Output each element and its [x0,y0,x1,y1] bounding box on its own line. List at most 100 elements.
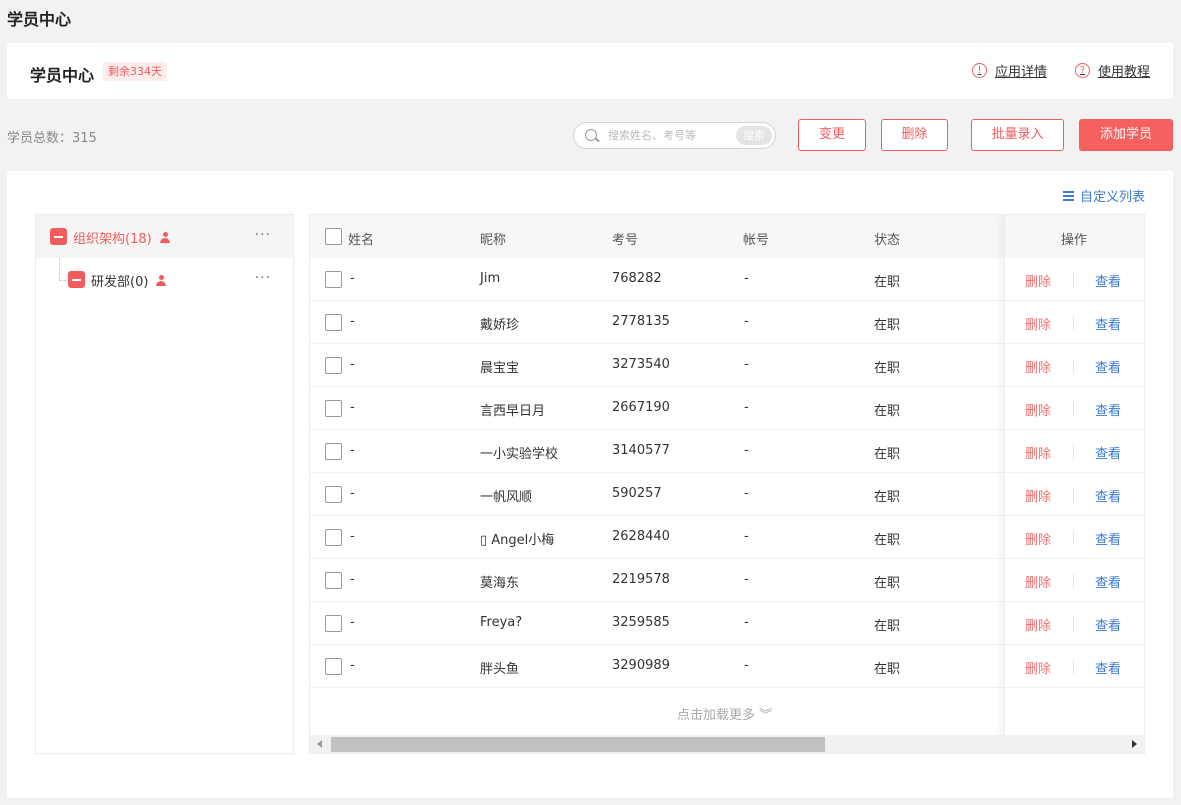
question-icon: ? [1075,63,1090,78]
main-card: 自定义列表 组织架构(18) ··· 研发部(0) ··· 姓名 昵称 考号 帐… [7,171,1173,798]
row-checkbox[interactable] [325,658,342,675]
operation-cell: 删除 查看 [1005,430,1144,473]
divider [1073,660,1074,674]
collapse-icon[interactable] [50,228,67,245]
add-student-button[interactable]: 添加学员 [1079,119,1173,151]
operation-column: 操作 删除 查看 删除 查看 删除 查看 删除 查看 删除 查看 删除 查看 删除 查看 删除 查看 删除 查看删… [1004,215,1144,739]
divider [1073,617,1074,631]
row-delete-link[interactable]: 删除 [1025,572,1051,591]
row-checkbox[interactable] [325,271,342,288]
row-checkbox[interactable] [325,357,342,374]
scrollbar-thumb[interactable] [331,737,825,752]
scroll-left-arrow-icon[interactable] [317,740,322,748]
row-delete-link[interactable]: 删除 [1025,486,1051,505]
row-view-link[interactable]: 查看 [1095,443,1121,462]
divider [1073,316,1074,330]
row-delete-link[interactable]: 删除 [1025,314,1051,333]
org-tree: 组织架构(18) ··· 研发部(0) ··· [35,214,294,754]
row-delete-link[interactable]: 删除 [1025,443,1051,462]
more-icon[interactable]: ··· [255,227,271,243]
more-icon[interactable]: ··· [255,270,271,286]
operation-cell: 删除 查看 [1005,516,1144,559]
tree-node-rd[interactable]: 研发部(0) ··· [36,258,293,301]
cell-nickname: Jim [480,271,501,286]
cell-account: - [744,314,749,329]
divider [1073,488,1074,502]
column-header: 考号 [612,233,639,248]
row-view-link[interactable]: 查看 [1095,271,1121,290]
operation-cell: 删除 查看 [1005,473,1144,516]
row-view-link[interactable]: 查看 [1095,658,1121,677]
row-view-link[interactable]: 查看 [1095,357,1121,376]
search-button[interactable]: 搜索 [736,126,772,145]
cell-account: - [744,271,749,286]
row-checkbox[interactable] [325,400,342,417]
tree-node-label: 组织架构(18) [73,232,152,247]
column-header: 操作 [1061,233,1088,248]
cell-status: 在职 [874,404,901,419]
cell-status: 在职 [874,490,901,505]
row-view-link[interactable]: 查看 [1095,615,1121,634]
change-button[interactable]: 变更 [798,119,866,151]
cell-account: - [744,357,749,372]
row-view-link[interactable]: 查看 [1095,572,1121,591]
row-view-link[interactable]: 查看 [1095,529,1121,548]
operation-cell: 删除 查看 [1005,387,1144,430]
search-icon [585,129,597,141]
operation-cell: 删除 查看 [1005,559,1144,602]
delete-button[interactable]: 删除 [881,119,948,151]
row-view-link[interactable]: 查看 [1095,400,1121,419]
row-view-link[interactable]: 查看 [1095,314,1121,333]
cell-nickname: 一帆风顺 [480,490,533,505]
student-table: 姓名 昵称 考号 帐号 状态 - Jim 768282 - 在职 - 戴娇珍 2778135 -… [309,214,1145,754]
load-more-link[interactable]: 点击加载更多 ︾ [677,704,772,723]
cell-nickname: 晨宝宝 [480,361,520,376]
cell-status: 在职 [874,361,901,376]
column-header: 昵称 [480,233,507,248]
horizontal-scrollbar[interactable] [310,735,1144,753]
row-delete-link[interactable]: 删除 [1025,271,1051,290]
row-delete-link[interactable]: 删除 [1025,357,1051,376]
batch-import-button[interactable]: 批量录入 [971,119,1064,151]
divider [1073,402,1074,416]
tree-node-root[interactable]: 组织架构(18) ··· [36,215,293,258]
app-detail-label: 应用详情 [995,65,1048,80]
row-checkbox[interactable] [325,572,342,589]
cell-account: - [744,443,749,458]
column-header: 状态 [874,233,901,248]
custom-list-link[interactable]: 自定义列表 [1062,186,1145,205]
row-checkbox[interactable] [325,529,342,546]
operation-cell: 删除 查看 [1005,344,1144,387]
student-total: 学员总数：315 [7,131,97,146]
row-delete-link[interactable]: 删除 [1025,615,1051,634]
row-checkbox[interactable] [325,443,342,460]
operation-cell: 删除 查看 [1005,602,1144,645]
cell-exam-no: 3290989 [612,658,670,673]
person-icon [160,232,170,243]
cell-status: 在职 [874,619,901,634]
scroll-right-arrow-icon[interactable] [1132,740,1137,748]
cell-account: - [744,658,749,673]
cell-nickname: 莫海东 [480,576,520,591]
row-checkbox[interactable] [325,314,342,331]
cell-status: 在职 [874,662,901,677]
collapse-icon[interactable] [68,271,85,288]
row-checkbox[interactable] [325,486,342,503]
cell-name: - [350,271,355,286]
divider [1073,531,1074,545]
row-delete-link[interactable]: 删除 [1025,529,1051,548]
cell-account: - [744,615,749,630]
cell-status: 在职 [874,447,901,462]
row-delete-link[interactable]: 删除 [1025,658,1051,677]
row-checkbox[interactable] [325,615,342,632]
search-input[interactable] [608,127,728,144]
row-view-link[interactable]: 查看 [1095,486,1121,505]
tutorial-link[interactable]: ? 使用教程 [1075,61,1150,80]
cell-account: - [744,529,749,544]
column-header: 帐号 [743,233,770,248]
cell-name: - [350,615,355,630]
select-all-checkbox[interactable] [325,228,342,245]
app-detail-link[interactable]: ! 应用详情 [972,61,1047,80]
cell-name: - [350,572,355,587]
row-delete-link[interactable]: 删除 [1025,400,1051,419]
